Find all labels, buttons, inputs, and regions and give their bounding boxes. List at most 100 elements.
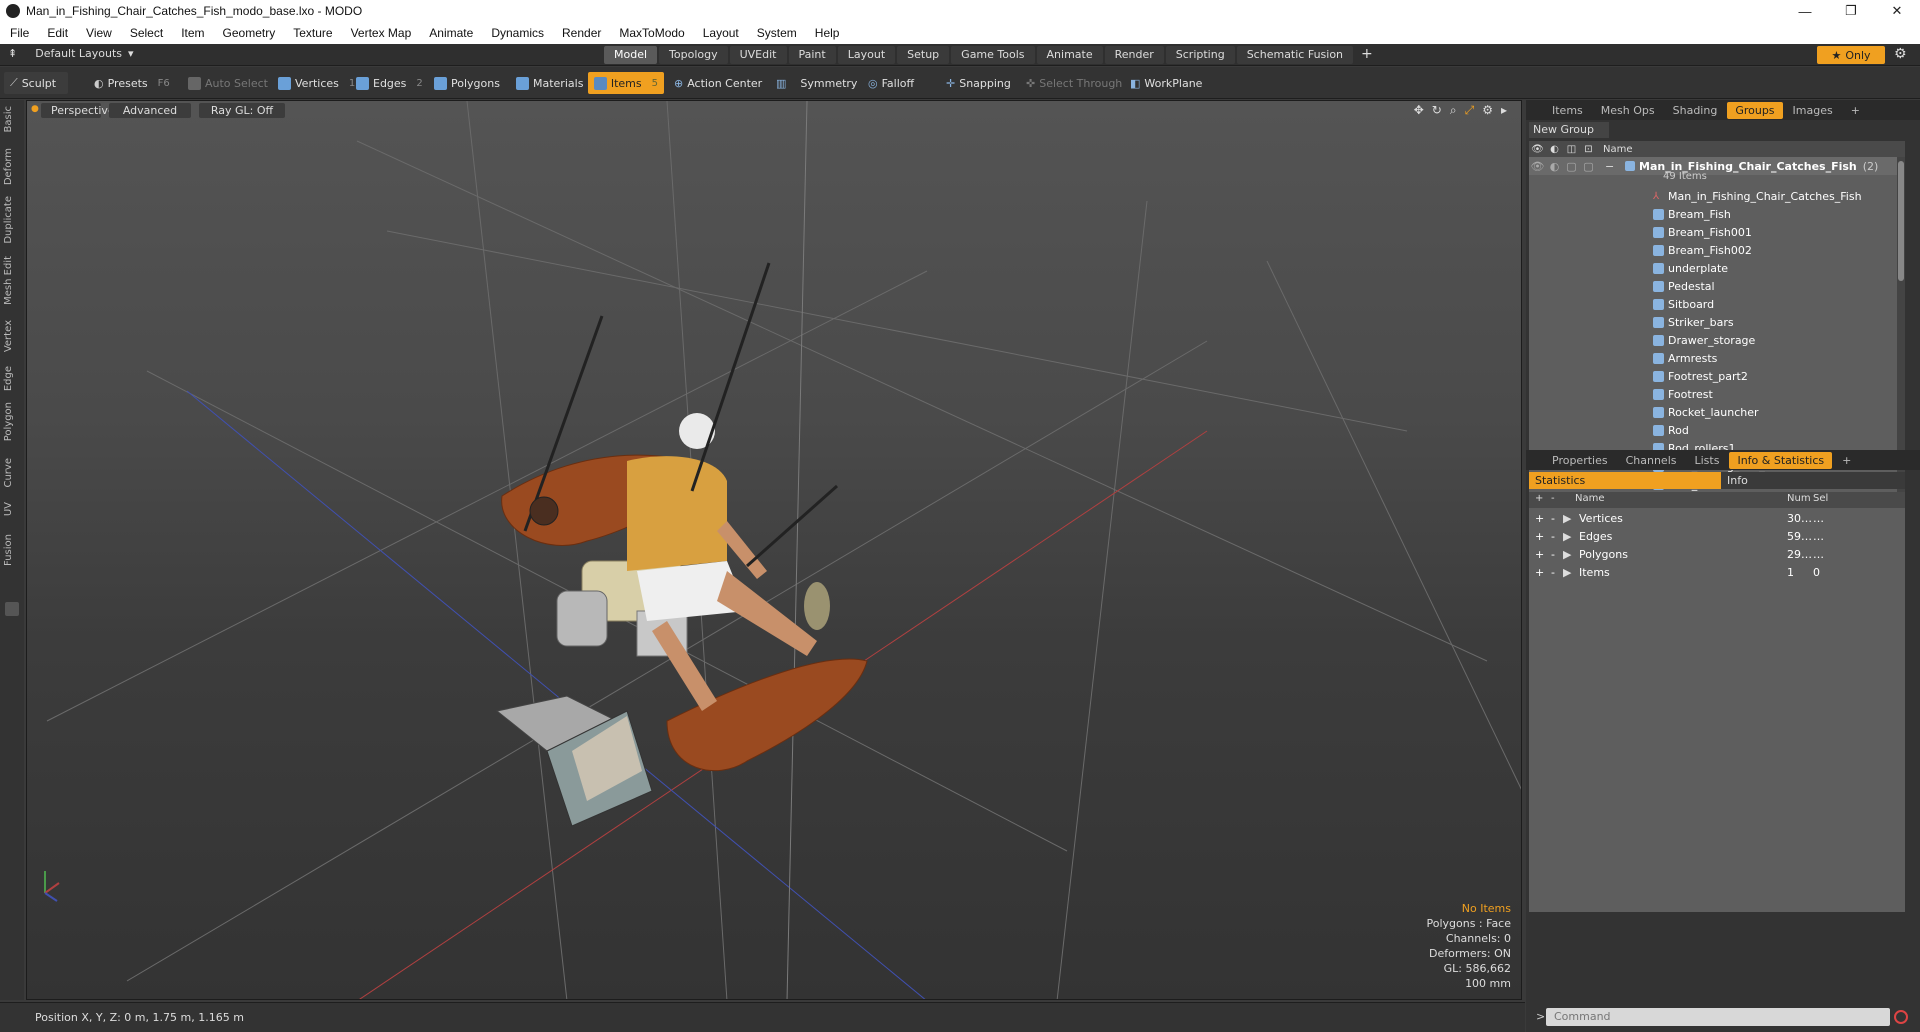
collapse-minus-icon[interactable]: - bbox=[1551, 566, 1555, 579]
items-button[interactable]: Items 5 bbox=[588, 72, 664, 94]
group-item-row[interactable]: Bream_Fish001 bbox=[1529, 223, 1905, 241]
snapping-button[interactable]: ✛ Snapping bbox=[940, 72, 1017, 94]
panel-toggle-icon[interactable] bbox=[5, 602, 19, 616]
add-panel-tab-button[interactable]: + bbox=[1843, 102, 1868, 119]
tab-properties[interactable]: Properties bbox=[1544, 452, 1616, 469]
select-toggle-icon[interactable]: ▢ bbox=[1580, 160, 1597, 173]
render-toggle-icon[interactable]: ◐ bbox=[1546, 160, 1563, 173]
vertices-button[interactable]: Vertices 1 bbox=[272, 72, 361, 94]
group-item-row[interactable]: Armrests bbox=[1529, 349, 1905, 367]
symmetry-button[interactable]: ▥ Symmetry bbox=[770, 72, 863, 94]
statistics-row[interactable]: + - ▶ Edges 59…… bbox=[1529, 528, 1905, 546]
tab-scripting[interactable]: Scripting bbox=[1165, 46, 1235, 64]
tab-schematic-fusion[interactable]: Schematic Fusion bbox=[1236, 46, 1354, 64]
tab-game-tools[interactable]: Game Tools bbox=[951, 46, 1035, 64]
polygons-button[interactable]: Polygons bbox=[428, 72, 506, 94]
tab-render[interactable]: Render bbox=[1104, 46, 1164, 64]
group-item-row[interactable]: Rod bbox=[1529, 421, 1905, 439]
move-view-icon[interactable]: ✥ bbox=[1414, 103, 1424, 118]
group-item-row[interactable]: Footrest bbox=[1529, 385, 1905, 403]
tab-items[interactable]: Items bbox=[1544, 102, 1591, 119]
menu-edit[interactable]: Edit bbox=[37, 26, 76, 40]
group-item-row[interactable]: Footrest_part2 bbox=[1529, 367, 1905, 385]
left-tab-polygon[interactable]: Polygon bbox=[3, 402, 14, 441]
left-tab-uv[interactable]: UV bbox=[3, 502, 14, 516]
raygl-button[interactable]: Ray GL: Off bbox=[199, 103, 285, 118]
fit-view-icon[interactable]: ⤢ bbox=[1465, 103, 1475, 118]
statistics-row[interactable]: + - ▶ Polygons 29…… bbox=[1529, 546, 1905, 564]
left-tab-curve[interactable]: Curve bbox=[3, 458, 14, 488]
action-center-button[interactable]: ⊕ Action Center bbox=[668, 72, 768, 94]
group-item-row[interactable]: Bream_Fish002 bbox=[1529, 241, 1905, 259]
menu-texture[interactable]: Texture bbox=[283, 26, 340, 40]
group-item-row[interactable]: Striker_bars bbox=[1529, 313, 1905, 331]
expand-plus-icon[interactable]: + bbox=[1535, 512, 1544, 525]
lock-toggle-icon[interactable]: ▢ bbox=[1563, 160, 1580, 173]
add-tab-button[interactable]: + bbox=[1355, 46, 1379, 64]
tab-paint[interactable]: Paint bbox=[788, 46, 836, 64]
tab-animate[interactable]: Animate bbox=[1036, 46, 1103, 64]
edges-button[interactable]: Edges 2 bbox=[350, 72, 429, 94]
auto-select-button[interactable]: Auto Select bbox=[182, 72, 274, 94]
menu-maxtomodo[interactable]: MaxToModo bbox=[609, 26, 692, 40]
tab-images[interactable]: Images bbox=[1785, 102, 1841, 119]
view-type-button[interactable]: Perspective bbox=[41, 103, 115, 118]
maximize-button[interactable]: ❐ bbox=[1828, 0, 1874, 22]
menu-geometry[interactable]: Geometry bbox=[213, 26, 284, 40]
group-item-row[interactable]: ⅄ Man_in_Fishing_Chair_Catches_Fish bbox=[1529, 187, 1905, 205]
minimize-button[interactable]: — bbox=[1782, 0, 1828, 22]
collapse-minus-icon[interactable]: - bbox=[1551, 548, 1555, 561]
tab-mesh-ops[interactable]: Mesh Ops bbox=[1593, 102, 1663, 119]
tab-uvedit[interactable]: UVEdit bbox=[729, 46, 787, 64]
groups-scrollbar-thumb[interactable] bbox=[1898, 161, 1904, 281]
tab-layout[interactable]: Layout bbox=[837, 46, 896, 64]
subtab-statistics[interactable]: Statistics bbox=[1529, 472, 1721, 489]
falloff-button[interactable]: ◎ Falloff bbox=[862, 72, 920, 94]
rotate-view-icon[interactable]: ↻ bbox=[1432, 103, 1442, 118]
menu-system[interactable]: System bbox=[747, 26, 805, 40]
group-row[interactable]: 👁 ◐ ▢ ▢ − Man_in_Fishing_Chair_Catches_Fish (2… bbox=[1529, 157, 1905, 175]
tab-info-statistics[interactable]: Info & Statistics bbox=[1729, 451, 1833, 469]
left-tab-edge[interactable]: Edge bbox=[3, 366, 14, 391]
menu-animate[interactable]: Animate bbox=[419, 26, 481, 40]
statistics-row[interactable]: + - ▶ Vertices 30…… bbox=[1529, 510, 1905, 528]
group-item-row[interactable]: Sitboard bbox=[1529, 295, 1905, 313]
statistics-row[interactable]: + - ▶ Items 1 0 bbox=[1529, 564, 1905, 582]
close-button[interactable]: ✕ bbox=[1874, 0, 1920, 22]
collapse-minus-icon[interactable]: - bbox=[1551, 530, 1555, 543]
menu-item[interactable]: Item bbox=[171, 26, 212, 40]
menu-render[interactable]: Render bbox=[552, 26, 609, 40]
left-tab-duplicate[interactable]: Duplicate bbox=[3, 196, 14, 244]
menu-dynamics[interactable]: Dynamics bbox=[481, 26, 552, 40]
collapse-minus-icon[interactable]: - bbox=[1551, 512, 1555, 525]
shading-mode-button[interactable]: Advanced bbox=[109, 103, 191, 118]
tab-lists[interactable]: Lists bbox=[1687, 452, 1728, 469]
menu-view[interactable]: View bbox=[76, 26, 120, 40]
group-item-row[interactable]: Rocket_launcher bbox=[1529, 403, 1905, 421]
add-stats-tab-button[interactable]: + bbox=[1834, 452, 1859, 469]
only-button[interactable]: ★ Only bbox=[1817, 46, 1885, 64]
menu-vertex-map[interactable]: Vertex Map bbox=[341, 26, 420, 40]
menu-layout[interactable]: Layout bbox=[693, 26, 747, 40]
expand-plus-icon[interactable]: + bbox=[1535, 548, 1544, 561]
tab-topology[interactable]: Topology bbox=[659, 46, 728, 64]
select-through-button[interactable]: ✜ Select Through bbox=[1020, 72, 1128, 94]
presets-button[interactable]: ◐ Presets F6 bbox=[88, 72, 176, 94]
menu-help[interactable]: Help bbox=[805, 26, 848, 40]
new-group-button[interactable]: New Group bbox=[1529, 122, 1609, 138]
3d-viewport[interactable]: ● Perspective Advanced Ray GL: Off ✥ ↻ ⌕… bbox=[26, 100, 1522, 1000]
gear-icon[interactable]: ⚙ bbox=[1894, 46, 1907, 62]
layout-toggle-icon[interactable]: ⇞ bbox=[8, 47, 17, 60]
viewport-menu-icon[interactable]: ▸ bbox=[1501, 103, 1507, 118]
expand-plus-icon[interactable]: + bbox=[1535, 530, 1544, 543]
tab-setup[interactable]: Setup bbox=[897, 46, 950, 64]
record-macro-icon[interactable] bbox=[1894, 1010, 1908, 1024]
left-tab-basic[interactable]: Basic bbox=[3, 106, 14, 132]
group-item-row[interactable]: underplate bbox=[1529, 259, 1905, 277]
group-expand-icon[interactable]: − bbox=[1605, 160, 1625, 173]
menu-file[interactable]: File bbox=[0, 26, 37, 40]
group-item-row[interactable]: Drawer_storage bbox=[1529, 331, 1905, 349]
left-tab-mesh-edit[interactable]: Mesh Edit bbox=[3, 256, 14, 305]
left-tab-fusion[interactable]: Fusion bbox=[3, 534, 14, 566]
tab-channels[interactable]: Channels bbox=[1618, 452, 1685, 469]
